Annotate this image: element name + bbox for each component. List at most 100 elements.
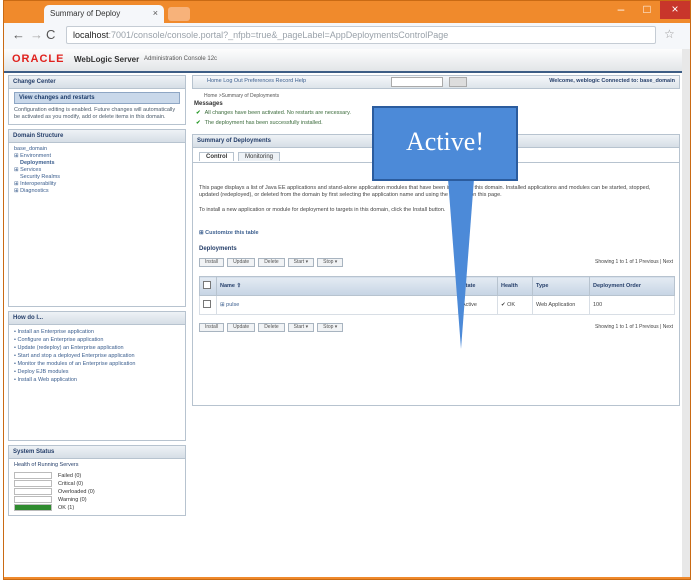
domain-structure: Domain Structure base_domain ⊞ Environme… [8, 129, 186, 307]
install-button[interactable]: Install [199, 323, 225, 332]
system-status: System Status Health of Running Servers … [8, 445, 186, 516]
tab-bar: Summary of Deploy × – □ × [4, 1, 690, 23]
select-all-header[interactable] [199, 276, 217, 296]
url-host: localhost [73, 30, 109, 40]
forward-icon[interactable]: → [30, 27, 43, 42]
table-header-row: Name ⇧ State Health Type Deployment Orde… [199, 276, 675, 296]
minimize-icon[interactable]: – [608, 1, 634, 19]
how-to-link[interactable]: • Start and stop a deployed Enterprise a… [14, 352, 180, 360]
view-changes-button[interactable]: View changes and restarts [14, 92, 180, 104]
tree-item-deployments[interactable]: Deployments [14, 160, 180, 167]
change-center-text: Configuration editing is enabled. Future… [14, 107, 176, 120]
tab-control[interactable]: Control [199, 152, 235, 161]
tab-title: Summary of Deploy [50, 9, 121, 18]
product-subtitle: Administration Console 12c [144, 56, 218, 62]
status-row: Critical (0) [14, 479, 180, 488]
how-to-link[interactable]: • Monitor the modules of an Enterprise a… [14, 360, 180, 368]
tree-item[interactable]: ⊞ Services [14, 167, 180, 174]
cell-health: ✔ OK [497, 295, 533, 315]
cell-type: Web Application [532, 295, 590, 315]
status-swatch [14, 503, 52, 511]
search-input[interactable] [391, 77, 443, 87]
start-button[interactable]: Start ▾ [287, 258, 315, 267]
page-viewport: ORACLE WebLogic Server Administration Co… [4, 49, 682, 577]
status-row: Overloaded (0) [14, 487, 180, 496]
breadcrumb[interactable]: Home >Summary of Deployments [204, 93, 680, 99]
toolbar-links[interactable]: Home Log Out Preferences Record Help [207, 78, 306, 84]
bottom-button-row: Install Update Delete Start ▾ Stop ▾ Showing… [199, 323, 673, 333]
status-swatch [14, 472, 52, 479]
tree-item[interactable]: ⊞ Environment [14, 153, 180, 160]
browser-window: Summary of Deploy × – □ × ← → C localhos… [3, 0, 691, 580]
system-status-subtitle: Health of Running Servers [14, 462, 79, 468]
browser-tab[interactable]: Summary of Deploy × [44, 5, 164, 23]
domain-structure-title: Domain Structure [9, 130, 185, 143]
how-to-link[interactable]: • Deploy EJB modules [14, 368, 180, 376]
url-path: :7001/console/console.portal?_nfpb=true&… [108, 30, 449, 40]
console-toolbar: Home Log Out Preferences Record Help Wel… [192, 75, 680, 89]
tab-close-icon[interactable]: × [153, 8, 158, 18]
how-to-link[interactable]: • Install an Enterprise application [14, 328, 180, 336]
customize-table-link[interactable]: ⊞ Customize this table [199, 230, 673, 236]
tree-item[interactable]: base_domain [14, 146, 180, 153]
back-icon[interactable]: ← [12, 27, 25, 42]
how-to-link[interactable]: • Install a Web application [14, 376, 180, 384]
column-type[interactable]: Type [532, 276, 590, 296]
left-column: Change Center View changes and restarts … [8, 75, 186, 520]
tree-item[interactable]: Security Realms [14, 174, 180, 181]
start-button[interactable]: Start ▾ [287, 323, 315, 332]
install-button[interactable]: Install [199, 258, 225, 267]
deployments-title: Deployments [199, 246, 237, 252]
paging-text[interactable]: Showing 1 to 1 of 1 Previous | Next [595, 259, 673, 265]
vertical-scrollbar[interactable] [682, 49, 690, 577]
welcome-text: Welcome, weblogic Connected to: base_dom… [549, 78, 675, 84]
update-button[interactable]: Update [227, 258, 256, 267]
status-row: OK (1) [14, 503, 180, 512]
stop-button[interactable]: Stop ▾ [317, 323, 344, 332]
product-name: WebLogic Server [74, 55, 140, 64]
row-select-cell[interactable] [199, 295, 217, 315]
system-status-title: System Status [9, 446, 185, 459]
install-note: To install a new application or module f… [199, 207, 446, 213]
deployments-table: Name ⇧ State Health Type Deployment Orde… [199, 276, 675, 315]
reload-icon[interactable]: C [46, 27, 55, 42]
column-health[interactable]: Health [497, 276, 533, 296]
top-button-row: Install Update Delete Start ▾ Stop ▾ Showing… [199, 258, 673, 268]
table-row: ⊞ pulse Active ✔ OK Web Application 100 [199, 295, 675, 315]
browser-toolbar: ← → C localhost:7001/console/console.por… [4, 23, 690, 50]
change-center: Change Center View changes and restarts … [8, 75, 186, 125]
callout-annotation: Active! [372, 106, 518, 181]
tab-monitoring[interactable]: Monitoring [238, 152, 281, 161]
how-to-link[interactable]: • Update (redeploy) an Enterprise applic… [14, 344, 180, 352]
bookmark-star-icon[interactable]: ☆ [664, 27, 675, 41]
how-do-i: How do I... • Install an Enterprise appl… [8, 311, 186, 441]
stop-button[interactable]: Stop ▾ [317, 258, 344, 267]
cell-order: 100 [589, 295, 675, 315]
search-button[interactable] [449, 77, 467, 87]
console-header: ORACLE WebLogic Server Administration Co… [4, 49, 682, 73]
address-bar[interactable]: localhost:7001/console/console.portal?_n… [66, 26, 656, 44]
panel-body: This page displays a list of Java EE app… [193, 163, 679, 405]
delete-button[interactable]: Delete [258, 258, 285, 267]
cell-name[interactable]: ⊞ pulse [216, 295, 459, 315]
how-do-i-title: How do I... [9, 312, 185, 325]
check-icon: ✔ [196, 110, 201, 116]
update-button[interactable]: Update [227, 323, 256, 332]
tree-item[interactable]: ⊞ Interoperability [14, 181, 180, 188]
status-swatch [14, 487, 52, 495]
column-name[interactable]: Name ⇧ [216, 276, 459, 296]
oracle-logo: ORACLE [12, 53, 65, 65]
status-row: Failed (0) [14, 472, 180, 480]
column-deployment-order[interactable]: Deployment Order [589, 276, 675, 296]
maximize-icon[interactable]: □ [634, 1, 660, 19]
select-all-checkbox[interactable] [203, 281, 211, 289]
delete-button[interactable]: Delete [258, 323, 285, 332]
row-checkbox[interactable] [203, 300, 211, 308]
how-to-link[interactable]: • Configure an Enterprise application [14, 336, 180, 344]
status-swatch [14, 479, 52, 487]
new-tab-button[interactable] [168, 7, 190, 21]
window-close-icon[interactable]: × [660, 1, 690, 19]
paging-text[interactable]: Showing 1 to 1 of 1 Previous | Next [595, 324, 673, 330]
callout-arrow [448, 179, 474, 349]
tree-item[interactable]: ⊞ Diagnostics [14, 188, 180, 195]
